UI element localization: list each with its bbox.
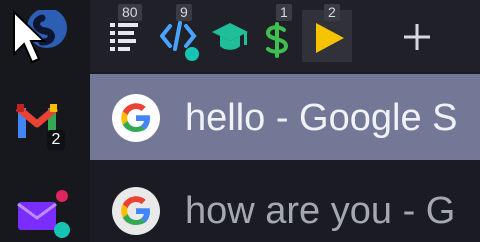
play-icon: [316, 23, 344, 53]
media-count-badge: 2: [324, 4, 340, 21]
code-icon: [160, 21, 199, 61]
finance-tool[interactable]: 1: [252, 4, 302, 62]
rail-app-gmail[interactable]: 2: [0, 84, 90, 158]
envelope-app-icon: [17, 190, 70, 238]
tab-title: hello - Google S: [185, 97, 458, 139]
course-tool[interactable]: [202, 10, 252, 62]
gmail-unread-badge: 2: [47, 130, 65, 150]
screen: { "rail": { "apps": [ {"name": "slack-ap…: [0, 0, 480, 242]
extension-toolbar: 80 9 1 2: [90, 0, 480, 72]
google-favicon: [112, 187, 160, 235]
google-icon: [121, 196, 150, 225]
code-tool[interactable]: 9: [152, 4, 202, 62]
list-tool[interactable]: 80: [100, 4, 150, 62]
google-icon: [121, 103, 150, 132]
app-rail: 2: [0, 0, 90, 242]
list-icon: [110, 23, 138, 51]
plus-icon: [404, 24, 430, 50]
dollar-icon: [265, 22, 289, 58]
rail-app-slack[interactable]: [0, 0, 90, 74]
tab-how-are-you[interactable]: how are you - G: [90, 172, 480, 242]
tab-hello[interactable]: hello - Google S: [90, 74, 480, 160]
graduation-cap-icon: [212, 23, 248, 50]
tab-title: how are you - G: [185, 190, 456, 232]
add-tool-button[interactable]: [392, 10, 442, 62]
google-favicon: [112, 94, 160, 142]
code-count-badge: 9: [176, 4, 192, 21]
mouse-pointer-icon: [13, 10, 47, 64]
finance-count-badge: 1: [276, 4, 292, 21]
list-count-badge: 80: [118, 4, 142, 21]
rail-app-teams[interactable]: [0, 172, 90, 242]
media-tool[interactable]: 2: [302, 4, 352, 62]
